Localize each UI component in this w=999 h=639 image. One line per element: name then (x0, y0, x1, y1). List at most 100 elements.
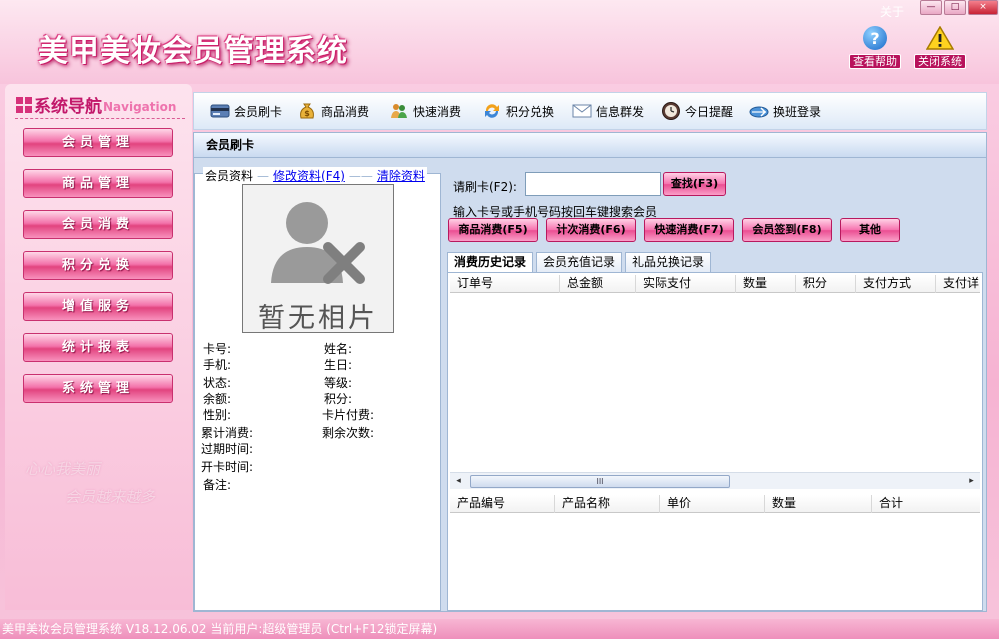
nav-item-statistics-reports[interactable]: 统计报表 (23, 333, 173, 362)
clear-profile-link[interactable]: 清除资料 (377, 167, 425, 184)
nav-title: 系统导航 (34, 97, 102, 117)
col-detail-quantity: 数量 (765, 495, 872, 513)
col-product-name: 产品名称 (555, 495, 660, 513)
navigation-panel: 系统导航 Navigation 会员管理 商品管理 会员消费 积分兑换 增值服务… (5, 84, 192, 610)
history-table-header: 订单号 总金额 实际支付 数量 积分 支付方式 支付详 (450, 275, 980, 293)
other-button[interactable]: 其他 (840, 218, 900, 242)
tab-gift-history[interactable]: 礼品兑换记录 (625, 252, 712, 273)
no-photo-text: 暂无相片 (258, 303, 378, 334)
warning-icon (926, 26, 954, 50)
member-legend: 会员资料 — 修改资料(F4) —— 清除资料 (203, 167, 427, 184)
toolbar-today-reminder[interactable]: 今日提醒 (661, 101, 733, 121)
col-total-amount: 总金额 (560, 275, 636, 293)
field-card-fee: 卡片付费: (322, 408, 375, 422)
close-system-label: 关闭系统 (914, 54, 966, 69)
no-photo-user-icon (271, 202, 365, 284)
field-gender: 性别: (203, 408, 232, 422)
toolbar-mass-message[interactable]: 信息群发 (572, 101, 644, 121)
col-pay-detail: 支付详 (943, 276, 980, 290)
toolbar-quick-consume[interactable]: 快速消费 (389, 101, 461, 121)
about-link[interactable]: 关于 (880, 3, 904, 20)
product-consume-button[interactable]: 商品消费(F5) (448, 218, 538, 242)
count-consume-button[interactable]: 计次消费(F6) (546, 218, 636, 242)
field-status: 状态: (203, 376, 232, 390)
app-title: 美甲美妆会员管理系统 (38, 34, 348, 69)
swipe-label: 请刷卡(F2): (453, 180, 517, 194)
field-open-time: 开卡时间: (201, 460, 254, 474)
exchange-icon (485, 104, 499, 118)
scroll-right-icon[interactable]: ▸ (963, 473, 980, 489)
svg-text:$: $ (304, 109, 310, 118)
nav-item-member-management[interactable]: 会员管理 (23, 128, 173, 157)
close-system-button[interactable]: 关闭系统 (910, 26, 970, 69)
member-swipe-panel: 会员刷卡 会员资料 — 修改资料(F4) —— 清除资料 暂无相片 卡号: 手机… (193, 132, 987, 612)
col-pay-method: 支付方式 (856, 275, 936, 293)
search-button[interactable]: 查找(F3) (663, 172, 726, 196)
people-icon (391, 104, 407, 118)
nav-header: 系统导航 Navigation (16, 92, 176, 117)
col-points: 积分 (796, 275, 856, 293)
toolbar-shift-login[interactable]: 换班登录 (749, 101, 821, 121)
edit-profile-link[interactable]: 修改资料(F4) (273, 167, 345, 184)
field-expire-time: 过期时间: (201, 442, 254, 456)
main-toolbar: 会员刷卡 $ 商品消费 快速消费 积分兑换 信息群发 今日提醒 换班登录 (193, 92, 987, 130)
field-birthday: 生日: (324, 358, 353, 372)
scroll-thumb[interactable]: III (470, 475, 730, 488)
nav-item-points-exchange[interactable]: 积分兑换 (23, 251, 173, 280)
col-subtotal: 合计 (879, 496, 904, 510)
field-points: 积分: (324, 392, 353, 406)
minimize-button[interactable]: — (920, 0, 942, 15)
shift-login-icon (749, 106, 769, 118)
quick-consume-button[interactable]: 快速消费(F7) (644, 218, 734, 242)
nav-item-member-consumption[interactable]: 会员消费 (23, 210, 173, 239)
col-actual-pay: 实际支付 (636, 275, 736, 293)
field-balance: 余额: (203, 392, 232, 406)
col-order-no: 订单号 (450, 275, 560, 293)
toolbar-card-swipe[interactable]: 会员刷卡 (210, 101, 282, 121)
window-controls: — □ × (920, 0, 998, 15)
status-bar: 美甲美妆会员管理系统 V18.12.06.02 当前用户:超级管理员 (Ctrl… (0, 619, 999, 639)
field-level: 等级: (324, 376, 353, 390)
card-input[interactable] (525, 172, 661, 196)
field-phone: 手机: (203, 358, 232, 372)
col-unit-price: 单价 (660, 495, 765, 513)
field-remaining-times: 剩余次数: (322, 426, 375, 440)
clock-icon (662, 102, 680, 120)
close-button[interactable]: × (968, 0, 998, 15)
field-remark: 备注: (203, 478, 232, 492)
nav-item-value-added-services[interactable]: 增值服务 (23, 292, 173, 321)
decor-slogan-1: 心心我美丽 (25, 460, 101, 478)
tab-consume-history[interactable]: 消费历史记录 (447, 252, 534, 273)
member-legend-label: 会员资料 (205, 169, 254, 183)
field-card-no: 卡号: (203, 342, 232, 356)
records-grid: 订单号 总金额 实际支付 数量 积分 支付方式 支付详 ◂ III ▸ 产品编号… (447, 272, 983, 611)
help-icon: ? (863, 26, 887, 50)
maximize-button[interactable]: □ (944, 0, 966, 15)
member-info-pane: 会员资料 — 修改资料(F4) —— 清除资料 暂无相片 卡号: 手机: 状态:… (194, 167, 441, 611)
field-name: 姓名: (324, 342, 353, 356)
money-bag-icon: $ (300, 103, 314, 119)
toolbar-product-consume[interactable]: $ 商品消费 (297, 101, 369, 121)
toolbar-points-exchange[interactable]: 积分兑换 (482, 101, 554, 121)
tab-recharge-history[interactable]: 会员充值记录 (536, 252, 623, 273)
col-quantity: 数量 (736, 275, 796, 293)
swipe-area: 请刷卡(F2): 查找(F3) 输入卡号或手机号码按回车键搜索会员 商品消费(F… (447, 161, 983, 611)
member-checkin-button[interactable]: 会员签到(F8) (742, 218, 832, 242)
col-product-code: 产品编号 (450, 495, 555, 513)
grid-icon (16, 96, 32, 113)
detail-table-header: 产品编号 产品名称 单价 数量 合计 (450, 495, 980, 513)
header-banner: 美甲美妆会员管理系统 关于 — □ × ? 查看帮助 关闭系统 (0, 0, 999, 84)
nav-subtitle: Navigation (103, 99, 177, 114)
decor-slogan-2: 会员越来越多 (65, 488, 156, 506)
nav-item-product-management[interactable]: 商品管理 (23, 169, 173, 198)
horizontal-scrollbar[interactable]: ◂ III ▸ (450, 472, 980, 489)
field-total-spend: 累计消费: (201, 426, 254, 440)
panel-title: 会员刷卡 (194, 133, 986, 158)
member-photo: 暂无相片 (242, 184, 394, 334)
scroll-left-icon[interactable]: ◂ (450, 473, 467, 489)
nav-divider (15, 118, 185, 119)
help-button[interactable]: ? 查看帮助 (845, 26, 905, 69)
record-tabs: 消费历史记录 会员充值记录 礼品兑换记录 (447, 252, 714, 273)
mail-icon (572, 104, 592, 118)
nav-item-system-management[interactable]: 系统管理 (23, 374, 173, 403)
